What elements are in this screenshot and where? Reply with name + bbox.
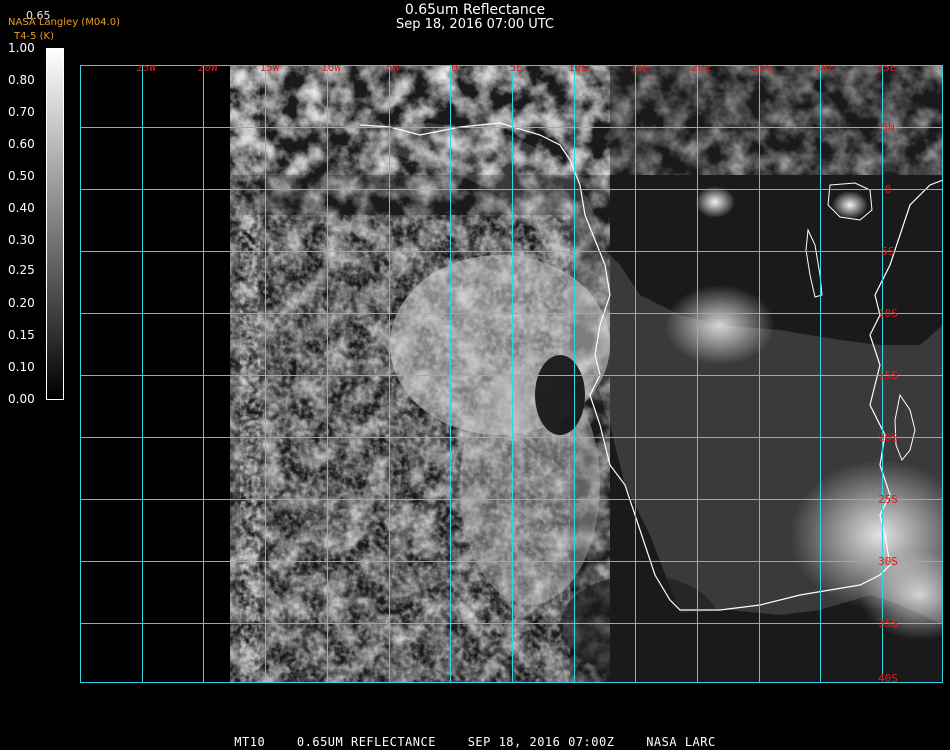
footer-product: MT10 (234, 735, 266, 749)
image-subtitle: Sep 18, 2016 07:00 UTC (395, 17, 555, 32)
image-title: 0.65um Reflectance (404, 2, 546, 18)
footer-source: NASA LARC (646, 735, 716, 749)
earth-disk (230, 65, 943, 683)
satellite-map: 25W 20W 15W 10W 5W 0 5E 10E 15E 20E 25E 30E 35E 5N 0 5… (80, 65, 943, 683)
longitude-label: 35E (876, 65, 896, 74)
colorbar-label: 0.80 (8, 73, 35, 87)
colorbar-label: 0.60 (8, 137, 35, 151)
latitude-label: 25S (878, 493, 898, 506)
longitude-label: 0 (451, 65, 458, 74)
colorbar-label: 0.70 (8, 105, 35, 119)
longitude-label: 5E (510, 65, 523, 74)
colorbar-label: 0.30 (8, 233, 35, 247)
longitude-label: 15W (259, 65, 279, 74)
longitude-label: 25W (136, 65, 156, 74)
latitude-label: 20S (878, 431, 898, 444)
colorbar-label: 0.25 (8, 263, 35, 277)
latitude-label: 0 (885, 183, 892, 196)
latitude-label: 30S (878, 555, 898, 568)
credit-line-1: NASA Langley (M04.0) (8, 17, 120, 28)
latitude-label: 35S (878, 617, 898, 630)
footer-bar: MT10 0.65UM REFLECTANCE SEP 18, 2016 07:… (0, 735, 950, 749)
longitude-label: 15E (630, 65, 650, 74)
footer-band: 0.65UM REFLECTANCE (296, 735, 436, 749)
colorbar-label: 0.20 (8, 296, 35, 310)
colorbar-label: 0.15 (8, 328, 35, 342)
colorbar-label: 0.50 (8, 169, 35, 183)
colorbar-label: 0.40 (8, 201, 35, 215)
footer-datetime: SEP 18, 2016 07:00Z (467, 735, 615, 749)
colorbar-label: 0.00 (8, 392, 35, 406)
longitude-label: 25E (753, 65, 773, 74)
latitude-label: 15S (878, 369, 898, 382)
latitude-label: 5S (881, 245, 894, 258)
longitude-label: 5W (386, 65, 400, 74)
colorbar-label: 1.00 (8, 41, 35, 55)
longitude-label: 20W (198, 65, 218, 74)
longitude-label: 20E (691, 65, 711, 74)
longitude-label: 10W (321, 65, 341, 74)
colorbar-label: 0.10 (8, 360, 35, 374)
longitude-label: 30E (815, 65, 835, 74)
longitude-label: 10E (568, 65, 588, 74)
latitude-label: 5N (881, 121, 894, 134)
latitude-label: 10S (878, 307, 898, 320)
colorbar (46, 48, 64, 400)
latitude-label: 40S (878, 672, 898, 683)
